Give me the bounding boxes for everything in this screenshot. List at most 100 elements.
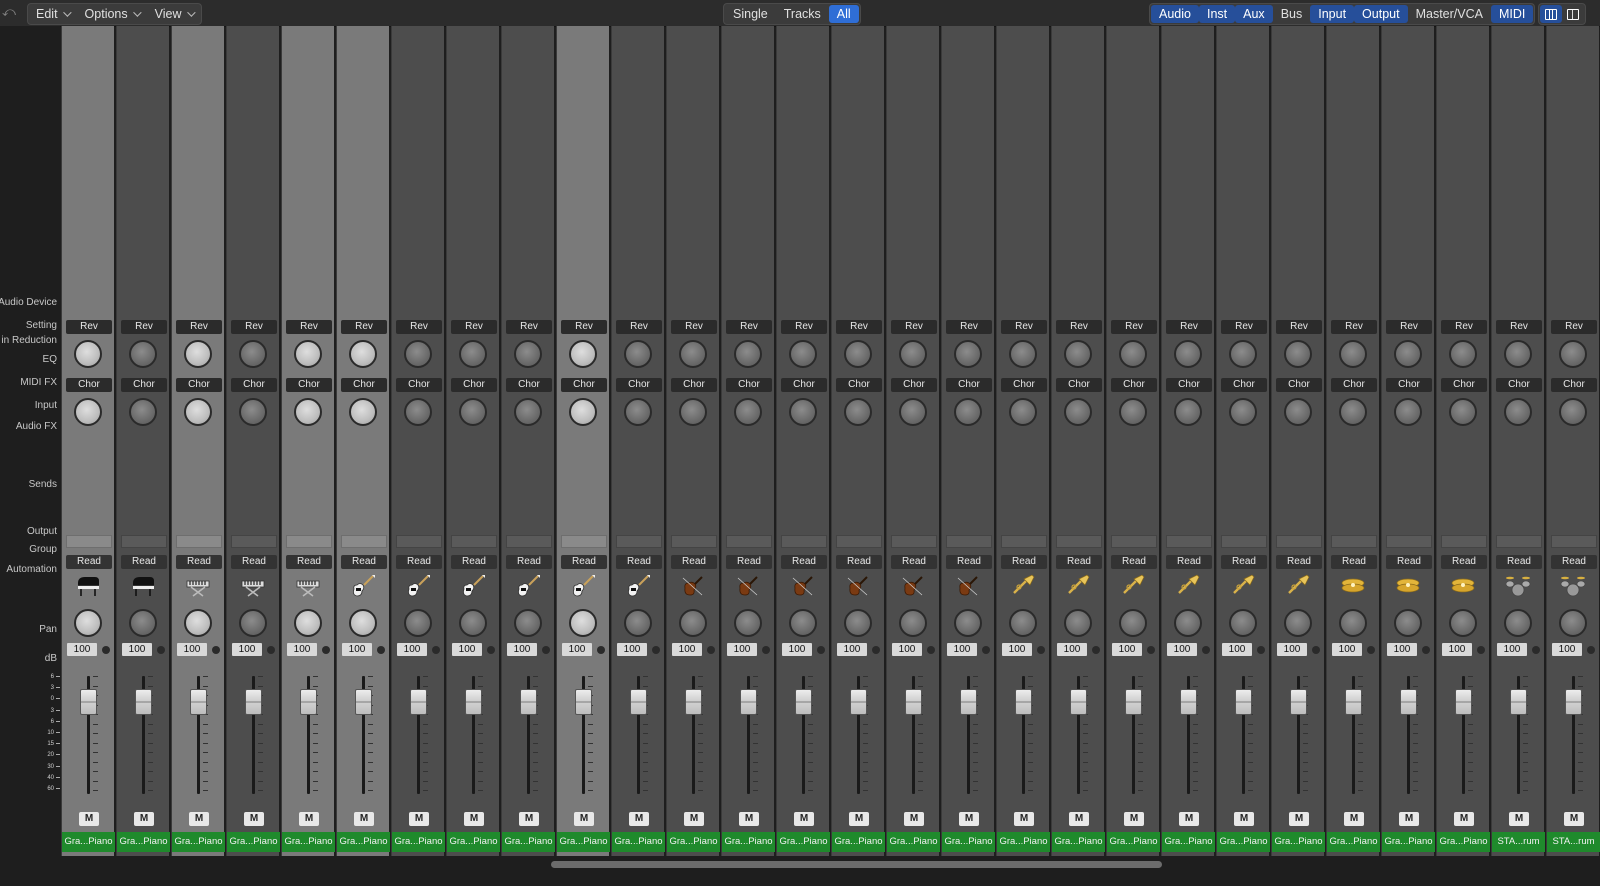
volume-db-display[interactable]: 100 [1387, 643, 1417, 656]
input-knob[interactable] [1174, 398, 1202, 426]
filter-output-button[interactable]: Output [1354, 5, 1408, 23]
midi-fx-slot[interactable]: Chor [66, 378, 112, 392]
input-knob[interactable] [1504, 398, 1532, 426]
volume-fader-handle[interactable] [1455, 689, 1472, 715]
edit-menu[interactable]: Edit [28, 4, 77, 24]
input-knob[interactable] [184, 398, 212, 426]
setting-button[interactable]: Rev [781, 320, 827, 334]
track-name[interactable]: Gra...Piano [1382, 832, 1435, 852]
channel-strip[interactable]: Rev Chor Read 100 M Gra...Piano [501, 26, 555, 856]
pan-knob[interactable] [459, 609, 487, 637]
pan-knob[interactable] [129, 609, 157, 637]
group-slot[interactable] [1386, 535, 1432, 548]
midi-fx-slot[interactable]: Chor [506, 378, 552, 392]
volume-db-display[interactable]: 100 [452, 643, 482, 656]
horizontal-scrollbar[interactable] [0, 856, 1600, 886]
cymbal-icon[interactable] [1395, 573, 1421, 599]
automation-mode-button[interactable]: Read [1276, 555, 1322, 569]
eq-knob[interactable] [1064, 340, 1092, 368]
volume-fader-handle[interactable] [135, 689, 152, 715]
setting-button[interactable]: Rev [1496, 320, 1542, 334]
eq-knob[interactable] [734, 340, 762, 368]
pan-knob[interactable] [844, 609, 872, 637]
eq-knob[interactable] [294, 340, 322, 368]
automation-mode-button[interactable]: Read [66, 555, 112, 569]
group-slot[interactable] [506, 535, 552, 548]
volume-fader-handle[interactable] [740, 689, 757, 715]
scope-tracks-button[interactable]: Tracks [776, 5, 829, 23]
input-knob[interactable] [569, 398, 597, 426]
channel-strip[interactable]: Rev Chor Read 100 M Gra...Piano [226, 26, 280, 856]
midi-fx-slot[interactable]: Chor [1551, 378, 1597, 392]
trumpet-icon[interactable] [1065, 573, 1091, 599]
input-knob[interactable] [74, 398, 102, 426]
group-slot[interactable] [121, 535, 167, 548]
group-slot[interactable] [561, 535, 607, 548]
automation-mode-button[interactable]: Read [1111, 555, 1157, 569]
options-menu[interactable]: Options [77, 4, 147, 24]
setting-button[interactable]: Rev [506, 320, 552, 334]
group-slot[interactable] [1331, 535, 1377, 548]
volume-db-display[interactable]: 100 [837, 643, 867, 656]
midi-fx-slot[interactable]: Chor [231, 378, 277, 392]
pan-knob[interactable] [239, 609, 267, 637]
eq-knob[interactable] [239, 340, 267, 368]
setting-button[interactable]: Rev [176, 320, 222, 334]
eq-knob[interactable] [349, 340, 377, 368]
violin-icon[interactable] [735, 573, 761, 599]
volume-fader-handle[interactable] [245, 689, 262, 715]
setting-button[interactable]: Rev [1386, 320, 1432, 334]
grand-piano-icon[interactable] [75, 573, 101, 599]
volume-db-display[interactable]: 100 [1002, 643, 1032, 656]
volume-fader-handle[interactable] [905, 689, 922, 715]
group-slot[interactable] [1221, 535, 1267, 548]
automation-mode-button[interactable]: Read [836, 555, 882, 569]
input-knob[interactable] [954, 398, 982, 426]
channel-strip[interactable]: Rev Chor Read 100 M Gra...Piano [1381, 26, 1435, 856]
eq-knob[interactable] [899, 340, 927, 368]
group-slot[interactable] [1276, 535, 1322, 548]
channel-strip[interactable]: Rev Chor Read 100 M STA...rum [1546, 26, 1600, 856]
setting-button[interactable]: Rev [1221, 320, 1267, 334]
scrollbar-thumb[interactable] [551, 861, 1162, 868]
volume-db-display[interactable]: 100 [122, 643, 152, 656]
volume-db-display[interactable]: 100 [232, 643, 262, 656]
setting-button[interactable]: Rev [1551, 320, 1597, 334]
midi-fx-slot[interactable]: Chor [1221, 378, 1267, 392]
setting-button[interactable]: Rev [396, 320, 442, 334]
midi-fx-slot[interactable]: Chor [616, 378, 662, 392]
midi-fx-slot[interactable]: Chor [891, 378, 937, 392]
mute-button[interactable]: M [1124, 812, 1144, 826]
mute-button[interactable]: M [354, 812, 374, 826]
pan-knob[interactable] [624, 609, 652, 637]
automation-mode-button[interactable]: Read [561, 555, 607, 569]
mute-button[interactable]: M [1509, 812, 1529, 826]
volume-fader-handle[interactable] [1345, 689, 1362, 715]
automation-mode-button[interactable]: Read [1551, 555, 1597, 569]
channel-strip[interactable]: Rev Chor Read 100 M Gra...Piano [1326, 26, 1380, 856]
midi-fx-slot[interactable]: Chor [1386, 378, 1432, 392]
electric-guitar-icon[interactable] [405, 573, 431, 599]
channel-strip[interactable]: Rev Chor Read 100 M Gra...Piano [996, 26, 1050, 856]
drum-kit-icon[interactable] [1560, 573, 1586, 599]
input-knob[interactable] [1064, 398, 1092, 426]
channel-strip[interactable]: Rev Chor Read 100 M Gra...Piano [611, 26, 665, 856]
mute-button[interactable]: M [739, 812, 759, 826]
group-slot[interactable] [1111, 535, 1157, 548]
channel-strip[interactable]: Rev Chor Read 100 M Gra...Piano [1106, 26, 1160, 856]
track-name[interactable]: Gra...Piano [722, 832, 775, 852]
automation-mode-button[interactable]: Read [1441, 555, 1487, 569]
volume-db-display[interactable]: 100 [1112, 643, 1142, 656]
group-slot[interactable] [286, 535, 332, 548]
mute-button[interactable]: M [189, 812, 209, 826]
volume-fader-handle[interactable] [795, 689, 812, 715]
setting-button[interactable]: Rev [1001, 320, 1047, 334]
midi-fx-slot[interactable]: Chor [1001, 378, 1047, 392]
setting-button[interactable]: Rev [1441, 320, 1487, 334]
mute-button[interactable]: M [1399, 812, 1419, 826]
track-name[interactable]: Gra...Piano [1052, 832, 1105, 852]
mute-button[interactable]: M [1014, 812, 1034, 826]
eq-knob[interactable] [129, 340, 157, 368]
midi-fx-slot[interactable]: Chor [451, 378, 497, 392]
volume-db-display[interactable]: 100 [287, 643, 317, 656]
